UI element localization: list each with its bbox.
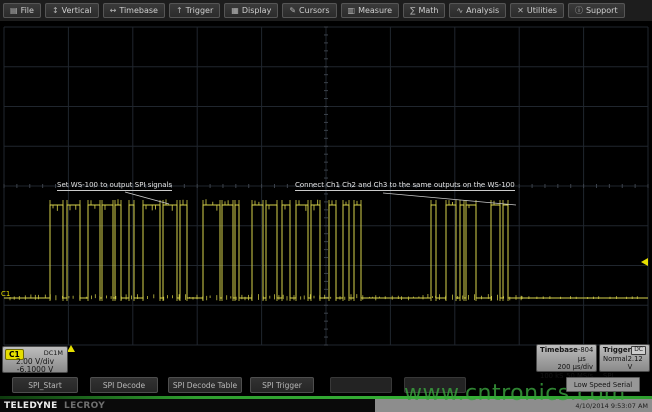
vertical-icon: ↕ — [52, 7, 59, 15]
annotation-text-1: Set WS-100 to output SPI signals — [57, 181, 172, 191]
menu-item-label: Vertical — [62, 6, 92, 15]
button-spi-decode-table[interactable]: SPI Decode Table — [168, 377, 242, 393]
menu-item-label: Utilities — [527, 6, 557, 15]
trigger-level-marker[interactable] — [641, 258, 648, 266]
button-spi-decode[interactable]: SPI Decode — [90, 377, 158, 393]
menu-item-cursors[interactable]: ✎Cursors — [282, 3, 336, 18]
menu-item-measure[interactable]: ▥Measure — [341, 3, 400, 18]
menu-item-analysis[interactable]: ∿Analysis — [449, 3, 506, 18]
button-empty-1[interactable] — [330, 377, 392, 393]
timebase-descriptor[interactable]: Timebase -804 µs 200 µs/div 100 kS 50 MS… — [536, 344, 597, 372]
support-icon: ⓘ — [575, 7, 583, 15]
trigger-coupling: DC — [631, 346, 646, 355]
button-spi-trigger[interactable]: SPI Trigger — [250, 377, 314, 393]
annotation-pointer-line-2 — [383, 193, 516, 205]
trigger-mode: Normal — [603, 355, 628, 372]
menu-item-trigger[interactable]: ↑Trigger — [169, 3, 220, 18]
trigger-descriptor[interactable]: Trigger DC Normal 2.12 V SPI — [599, 344, 650, 372]
serial-mode-label: Low Speed Serial — [566, 377, 640, 392]
menu-item-file[interactable]: ▤File — [3, 3, 41, 18]
trigger-icon: ↑ — [176, 7, 183, 15]
brand-lecroy: LECROY — [64, 401, 105, 411]
analysis-icon: ∿ — [456, 7, 463, 15]
annotation-text-2: Connect Ch1 Ch2 and Ch3 to the same outp… — [295, 181, 515, 191]
menu-item-label: Cursors — [299, 6, 329, 15]
menu-item-label: Timebase — [119, 6, 158, 15]
utilities-icon: ✕ — [517, 7, 524, 15]
menu-item-label: Support — [586, 6, 618, 15]
menu-item-label: File — [21, 6, 34, 15]
channel-ground-marker: C1 — [1, 290, 10, 298]
menu-item-utilities[interactable]: ✕Utilities — [510, 3, 564, 18]
display-icon: ▦ — [231, 7, 239, 15]
timebase-samples: 100 kS — [540, 372, 563, 381]
cursors-icon: ✎ — [289, 7, 296, 15]
button-spi-start[interactable]: SPI_Start — [12, 377, 78, 393]
menu-item-math[interactable]: ∑Math — [403, 3, 445, 18]
timebase-title: Timebase — [540, 346, 578, 363]
trigger-title: Trigger — [603, 346, 631, 355]
timebase-icon: ↔ — [110, 7, 117, 15]
menu-item-label: Measure — [358, 6, 392, 15]
brand-logo: TELEDYNE LECROY — [4, 401, 105, 411]
menu-bar: ▤File ↕Vertical ↔Timebase ↑Trigger ▦Display ✎… — [0, 0, 652, 22]
menu-item-label: Display — [242, 6, 272, 15]
menu-item-display[interactable]: ▦Display — [224, 3, 278, 18]
timebase-tdiv: 200 µs/div — [557, 363, 593, 372]
measure-icon: ▥ — [348, 7, 356, 15]
annotation-pointer-line-1 — [125, 192, 169, 204]
brand-teledyne: TELEDYNE — [4, 401, 58, 411]
math-icon: ∑ — [410, 7, 415, 15]
file-icon: ▤ — [10, 7, 18, 15]
menu-item-label: Trigger — [186, 6, 214, 15]
menu-item-label: Math — [418, 6, 438, 15]
menu-item-timebase[interactable]: ↔Timebase — [103, 3, 165, 18]
channel-descriptor-c1[interactable]: C1 DC1M 2.00 V/div -6.1000 V — [2, 346, 68, 373]
trigger-level: 2.12 V — [628, 355, 646, 372]
channel-coupling: DC1M — [44, 349, 63, 357]
menu-item-vertical[interactable]: ↕Vertical — [45, 3, 99, 18]
oscilloscope-screen: ▤File↕Vertical↔Timebase↑Trigger▦Display✎… — [0, 0, 652, 412]
trigger-time-marker[interactable] — [67, 345, 75, 352]
channel-offset: -6.1000 V — [3, 365, 67, 374]
timebase-delay: -804 µs — [578, 346, 593, 363]
menu-item-support[interactable]: ⓘSupport — [568, 3, 625, 18]
menu-item-label: Analysis — [466, 6, 499, 15]
